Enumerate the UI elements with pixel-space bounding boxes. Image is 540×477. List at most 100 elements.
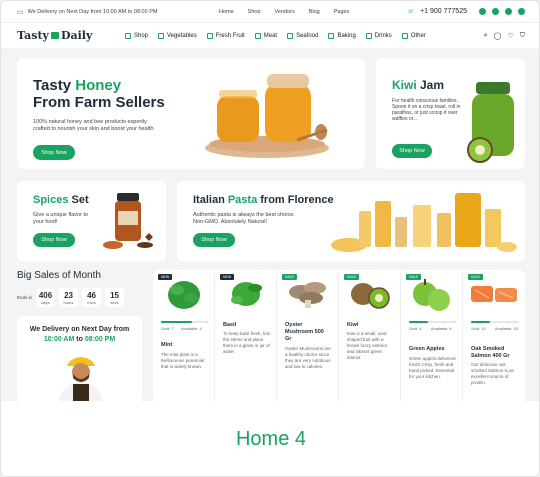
mins-label: mins bbox=[87, 299, 96, 305]
logo-basket-icon bbox=[50, 32, 59, 39]
page-frame: ▭ We Delivery on Next Day from 10:00 AM … bbox=[0, 0, 540, 477]
countdown-secs: 15 secs bbox=[105, 288, 125, 307]
product-card[interactable]: NEW Sold: 7 Available: 4 Mint The mint p… bbox=[153, 270, 215, 402]
product-card[interactable]: SALE Kiwi Kiwi is a small, oval-shaped f… bbox=[339, 270, 401, 402]
delivery-notice: ▭ We Delivery on Next Day from 10:00 AM … bbox=[17, 8, 207, 16]
kiwi-title-b: Jam bbox=[416, 78, 445, 92]
product-name[interactable]: Mint bbox=[161, 342, 172, 348]
delivery-card: We Delivery on Next Day from 10:00 AM to… bbox=[17, 316, 142, 402]
ends-in-label: Ends in bbox=[17, 295, 33, 300]
product-name[interactable]: Kiwi bbox=[347, 322, 358, 328]
category-other[interactable]: Other bbox=[401, 32, 426, 39]
product-card[interactable]: SALE Sold: 10 Available: 15 Oak Smoked S… bbox=[463, 270, 525, 402]
phone-icon: ☏ bbox=[407, 8, 415, 15]
nav-pages[interactable]: Pages bbox=[334, 9, 350, 15]
product-card[interactable]: SALE Sold: 4 Available: 6 Green Apples G… bbox=[401, 270, 463, 402]
countdown-hours: 23 hours bbox=[59, 288, 79, 307]
hero-shop-button[interactable]: Shop Now bbox=[33, 145, 75, 160]
logo-text-b: Daily bbox=[60, 29, 93, 42]
product-desc: Oyster Mushrooms are a healthy choice si… bbox=[285, 346, 331, 369]
hero-title-a: Tasty bbox=[33, 77, 76, 94]
nav-blog[interactable]: Blog bbox=[309, 9, 320, 15]
phone-number[interactable]: +1 900 777525 bbox=[420, 8, 467, 15]
hero-title: Tasty Honey From Farm Sellers bbox=[33, 77, 165, 111]
pasta-title-c: from Florence bbox=[257, 194, 334, 206]
countdown: Ends in 406 days 23 hours 46 mins 15 secs bbox=[17, 288, 125, 307]
user-icon[interactable]: ◯ bbox=[494, 32, 502, 40]
main-header: Tasty Daily Shop Vegetables Fresh Fruit … bbox=[1, 23, 539, 49]
whatsapp-icon[interactable] bbox=[505, 8, 512, 15]
product-name[interactable]: Oyster Mushroom 500 Gr bbox=[285, 322, 331, 343]
product-name[interactable]: Basil bbox=[223, 322, 236, 328]
pasta-image bbox=[331, 193, 517, 252]
delivery-card-times: 10:00 AM to 08:00 PM bbox=[17, 336, 142, 343]
product-desc: The mint plant is a herbaceous perennial… bbox=[161, 352, 205, 369]
category-seafood[interactable]: Seafood bbox=[287, 32, 319, 39]
category-label: Seafood bbox=[296, 32, 319, 39]
main-content: Tasty Honey From Farm Sellers 100% natur… bbox=[1, 49, 539, 402]
nav-vendors[interactable]: Vendors bbox=[275, 9, 295, 15]
kiwi-title-a: Kiwi bbox=[392, 78, 417, 92]
facebook-icon[interactable] bbox=[479, 8, 486, 15]
category-menu: Shop Vegetables Fresh Fruit Meat Seafood… bbox=[125, 32, 426, 39]
caption-title: Home 4 bbox=[235, 428, 307, 450]
cart-icon[interactable]: ⛉ bbox=[520, 32, 525, 40]
shop-icon bbox=[125, 32, 131, 39]
product-card[interactable]: SALE Oyster Mushroom 500 Gr Oyster Mushr… bbox=[277, 270, 339, 402]
carrot-icon bbox=[158, 32, 165, 39]
category-meat[interactable]: Meat bbox=[254, 32, 277, 39]
category-drinks[interactable]: Drinks bbox=[365, 32, 392, 39]
category-shop[interactable]: Shop bbox=[125, 32, 149, 39]
salmon-image bbox=[471, 286, 517, 302]
product-name[interactable]: Oak Smoked Salmon 400 Gr bbox=[471, 346, 519, 360]
meat-icon bbox=[254, 32, 261, 39]
spices-shop-button[interactable]: Shop Now bbox=[33, 233, 75, 247]
product-name[interactable]: Green Apples bbox=[409, 346, 445, 352]
category-label: Other bbox=[410, 32, 426, 39]
secs-label: secs bbox=[110, 299, 119, 305]
sold-count: Sold: 7 bbox=[161, 326, 174, 331]
pasta-title-a: Italian bbox=[193, 194, 228, 206]
kiwi-jam-image bbox=[467, 82, 514, 163]
nav-shop[interactable]: Shop bbox=[248, 9, 261, 15]
spices-title-a: Spices bbox=[33, 194, 69, 206]
nav-home[interactable]: Home bbox=[219, 9, 234, 15]
category-baking[interactable]: Baking bbox=[328, 32, 356, 39]
grid-icon bbox=[401, 32, 408, 39]
top-nav: Home Shop Vendors Blog Pages bbox=[219, 9, 349, 15]
stock-bar-fill bbox=[409, 321, 429, 323]
category-label: Fresh Fruit bbox=[215, 32, 245, 39]
search-icon[interactable]: ⌕ bbox=[484, 32, 488, 40]
top-bar: ▭ We Delivery on Next Day from 10:00 AM … bbox=[1, 1, 539, 23]
logo[interactable]: Tasty Daily bbox=[17, 29, 125, 42]
caption-bar: Home 4 bbox=[1, 401, 539, 476]
spices-image bbox=[103, 193, 153, 249]
bottle-icon bbox=[365, 32, 372, 39]
category-label: Baking bbox=[337, 32, 356, 39]
countdown-days: 406 days bbox=[36, 288, 56, 307]
product-card[interactable]: NEW Basil To keep basil fresh, trim the … bbox=[215, 270, 277, 402]
spices-title: Spices Set bbox=[33, 194, 89, 206]
hero-banner: Tasty Honey From Farm Sellers 100% natur… bbox=[17, 58, 365, 169]
mint-image bbox=[168, 281, 200, 309]
sold-count: Sold: 4 bbox=[409, 326, 422, 331]
category-vegetables[interactable]: Vegetables bbox=[158, 32, 197, 39]
pasta-shop-button[interactable]: Shop Now bbox=[193, 233, 235, 247]
bread-icon bbox=[328, 32, 335, 39]
kiwi-title: Kiwi Jam bbox=[392, 78, 444, 92]
big-sales-title: Big Sales of Month bbox=[17, 270, 101, 281]
heart-icon[interactable]: ♡ bbox=[507, 32, 513, 40]
product-desc: Kiwi is a small, oval-shaped fruit with … bbox=[347, 331, 388, 360]
stock-bar-fill bbox=[471, 321, 491, 323]
product-strip: NEW Sold: 7 Available: 4 Mint The mint p… bbox=[153, 270, 525, 402]
hours-value: 23 bbox=[64, 290, 73, 300]
available-count: Available: 15 bbox=[495, 326, 518, 331]
mins-value: 46 bbox=[87, 290, 96, 300]
twitter-icon[interactable] bbox=[492, 8, 499, 15]
spices-banner: Spices Set Give a unique flavor to your … bbox=[17, 181, 166, 261]
category-fresh-fruit[interactable]: Fresh Fruit bbox=[206, 32, 245, 39]
kiwi-shop-button[interactable]: Shop Now bbox=[392, 144, 432, 158]
available-count: Available: 4 bbox=[181, 326, 202, 331]
category-label: Shop bbox=[134, 32, 149, 39]
telegram-icon[interactable] bbox=[518, 8, 525, 15]
